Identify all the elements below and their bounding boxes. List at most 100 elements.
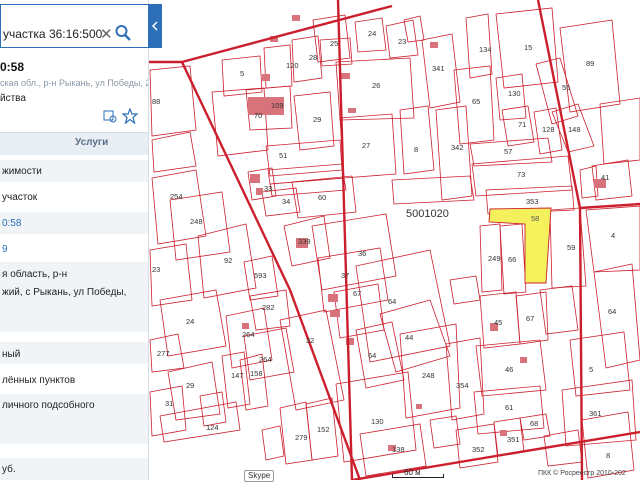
favorite-star-icon[interactable] xyxy=(122,108,138,124)
parcel-label: 138 xyxy=(392,445,405,454)
parcel-label: 64 xyxy=(368,351,376,360)
info-row-address: я область, р-н жий, с Рыкань, ул Победы, xyxy=(0,262,148,332)
parcel-label: 148 xyxy=(568,125,581,134)
parcel-label: 45 xyxy=(494,318,502,327)
parcel-label: 32 xyxy=(306,336,314,345)
object-address: ская обл., р-н Рыкань, ул Победы, 20б xyxy=(0,78,149,88)
parcel-354 xyxy=(445,337,485,421)
parcel-label: 342 xyxy=(451,143,464,152)
parcel-label: 55 xyxy=(562,83,570,92)
copyright-text: ПКК © Росреестр 2010-202 xyxy=(538,470,626,477)
parcel-64b xyxy=(355,321,405,389)
parcel-8b xyxy=(581,411,635,479)
info-row-link[interactable]: 9 xyxy=(0,238,148,260)
parcel-label: 51 xyxy=(279,151,287,160)
parcel-label: 5 xyxy=(240,69,244,78)
parcel-label: 254 xyxy=(170,192,183,201)
parcel-label: 88 xyxy=(152,97,160,106)
services-label: Услуги xyxy=(75,137,109,148)
parcel-147 xyxy=(221,351,251,409)
parcel-label: 29 xyxy=(186,381,194,390)
parcel-label: 71 xyxy=(518,120,526,129)
info-row: участок xyxy=(2,192,38,203)
block-label: 5001020 xyxy=(406,208,449,220)
parcel-23 xyxy=(149,243,193,307)
info-row: уб. xyxy=(0,458,148,480)
collapse-panel-button[interactable] xyxy=(148,4,162,48)
buildings xyxy=(242,15,606,451)
parcel-label: 264 xyxy=(259,355,272,364)
parcel-label: 46 xyxy=(505,365,513,374)
parcel-29b xyxy=(167,361,221,421)
parcel-label: 8 xyxy=(414,145,418,154)
skype-badge[interactable]: Skype xyxy=(244,470,275,482)
object-number: 0:58 xyxy=(0,60,25,74)
parcel-label: 277 xyxy=(157,349,170,358)
parcel-label: 25 xyxy=(330,39,338,48)
measure-icon[interactable] xyxy=(102,108,118,124)
parcel-31 xyxy=(149,385,187,437)
parcel-label: 34 xyxy=(282,197,290,206)
parcel-label: 64 xyxy=(608,307,616,316)
panel-tools xyxy=(102,108,142,124)
parcel-label: 361 xyxy=(589,409,602,418)
parcel-label: 33 xyxy=(264,184,272,193)
parcel-label: 67 xyxy=(353,289,361,298)
parcel-label: 65 xyxy=(472,97,480,106)
parcel-label: 341 xyxy=(432,64,445,73)
search-icon[interactable] xyxy=(114,23,132,43)
parcel-label: 5 xyxy=(589,365,593,374)
parcel-label: 44 xyxy=(405,333,413,342)
parcel-label: 70 xyxy=(254,111,262,120)
parcel-label: 4 xyxy=(611,231,615,240)
parcel-label: 24 xyxy=(186,317,194,326)
parcel-51 xyxy=(265,139,343,177)
info-panel: 0:58 ская обл., р-н Рыкань, ул Победы, 2… xyxy=(0,0,149,480)
services-header[interactable] xyxy=(0,132,148,155)
parcel-8 xyxy=(399,105,435,175)
parcel-label: 124 xyxy=(206,423,219,432)
parcel-label: 352 xyxy=(472,445,485,454)
parcel-label: 60 xyxy=(318,193,326,202)
parcel-label: 23 xyxy=(152,265,160,274)
parcel-label: 23 xyxy=(398,37,406,46)
selected-parcel-58[interactable] xyxy=(488,207,552,284)
parcel-64 xyxy=(355,249,451,363)
parcel-label: 120 xyxy=(286,61,299,70)
parcel-label: 73 xyxy=(517,170,525,179)
parcel-label: 128 xyxy=(542,125,555,134)
info-row: личного подсобного xyxy=(0,394,148,444)
block-boundaries xyxy=(148,0,640,480)
parcel-label: 64 xyxy=(388,297,396,306)
parcel-label: 8 xyxy=(606,451,610,460)
parcel-label: 37 xyxy=(341,271,349,280)
parcel-label: 109 xyxy=(271,101,284,110)
parcel-label: 147 xyxy=(231,371,244,380)
parcel-label: 282 xyxy=(262,303,275,312)
scale-label: 60 м xyxy=(404,468,421,477)
object-type: йства xyxy=(0,93,26,104)
parcel-label: 158 xyxy=(250,369,263,378)
parcel-label: 24 xyxy=(368,29,376,38)
parcel-254 xyxy=(151,169,207,245)
info-row-link[interactable]: 0:58 xyxy=(0,212,148,234)
parcel-label: 57 xyxy=(504,147,512,156)
clear-icon[interactable]: ✕ xyxy=(100,25,113,43)
parcel-label: 41 xyxy=(601,173,609,182)
cadastral-map[interactable]: 5001020 25 24 23 5 120 28 341 134 15 89 26 65 130 71 5… xyxy=(148,0,640,480)
search-box: участка 36:16:500 ✕ xyxy=(0,4,162,48)
map-canvas[interactable]: 5001020 252423512028341134 15892665130715… xyxy=(148,0,640,480)
parcel-label: 27 xyxy=(362,141,370,150)
parcel-label: 248 xyxy=(190,217,203,226)
search-input[interactable]: участка 36:16:500 xyxy=(3,27,102,41)
parcel-label: 248 xyxy=(422,371,435,380)
parcel-label: 152 xyxy=(317,425,330,434)
parcel-label: 67 xyxy=(526,314,534,323)
parcel-label: 36 xyxy=(358,249,366,258)
parcel-label: 66 xyxy=(508,255,516,264)
parcel-44 xyxy=(379,299,451,373)
parcel-label: 130 xyxy=(371,417,384,426)
info-row: лённых пунктов xyxy=(2,375,76,386)
parcel-label: 58 xyxy=(531,214,539,223)
parcel-37 xyxy=(317,247,389,313)
